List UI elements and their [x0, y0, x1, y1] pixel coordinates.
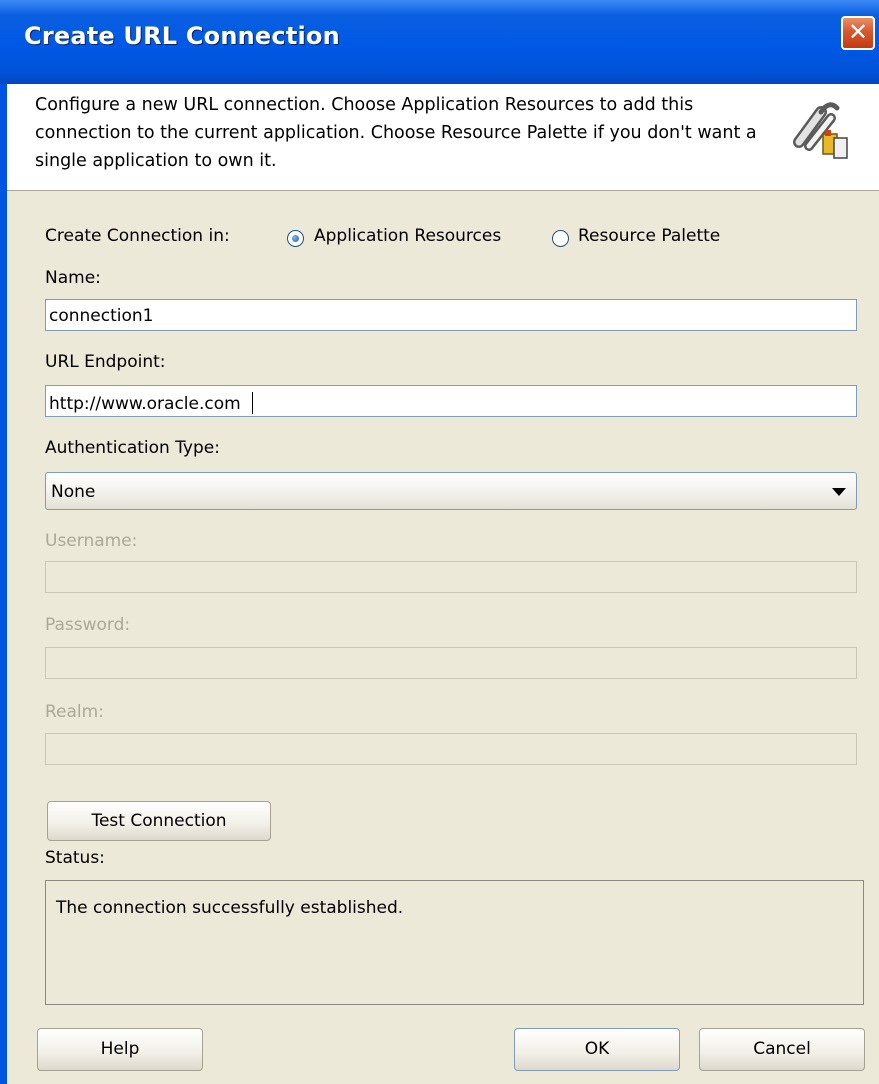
url-endpoint-value: http://www.oracle.com [49, 394, 247, 414]
ok-button[interactable]: OK [514, 1028, 680, 1071]
ok-label: OK [584, 1039, 610, 1059]
status-label: Status: [45, 848, 105, 868]
username-label: Username: [45, 531, 138, 551]
realm-label: Realm: [45, 702, 104, 722]
password-label: Password: [45, 615, 131, 635]
status-text: The connection successfully established. [56, 898, 404, 918]
chevron-down-icon[interactable] [832, 488, 846, 496]
username-field [45, 561, 857, 593]
name-label: Name: [45, 268, 101, 288]
chain-link-icon [793, 102, 848, 159]
url-endpoint-field[interactable]: http://www.oracle.com [45, 385, 857, 417]
radio-application-resources[interactable] [287, 230, 304, 247]
title-bar[interactable]: Create URL Connection ✕ [0, 0, 879, 84]
radio-application-resources-label[interactable]: Application Resources [314, 226, 501, 246]
close-button[interactable]: ✕ [841, 16, 875, 50]
header-panel: Configure a new URL connection. Choose A… [7, 84, 879, 191]
name-field[interactable]: connection1 [45, 299, 857, 331]
realm-field [45, 733, 857, 765]
window-frame-left [0, 84, 7, 1084]
create-in-label: Create Connection in: [45, 226, 230, 246]
help-button[interactable]: Help [37, 1028, 203, 1071]
auth-type-value: None [51, 482, 96, 502]
url-endpoint-label: URL Endpoint: [45, 352, 166, 372]
radio-resource-palette-label[interactable]: Resource Palette [578, 226, 720, 246]
test-connection-button[interactable]: Test Connection [47, 801, 271, 841]
radio-resource-palette[interactable] [552, 230, 569, 247]
cancel-label: Cancel [753, 1039, 811, 1059]
radio-selected-dot [292, 235, 299, 242]
name-value: connection1 [49, 306, 154, 326]
password-field [45, 647, 857, 679]
status-box: The connection successfully established. [45, 880, 864, 1005]
auth-type-select[interactable]: None [45, 472, 857, 510]
cancel-button[interactable]: Cancel [699, 1028, 865, 1071]
help-label: Help [100, 1039, 140, 1059]
header-description: Configure a new URL connection. Choose A… [35, 95, 757, 171]
text-caret [252, 392, 254, 414]
test-connection-label: Test Connection [91, 811, 227, 831]
auth-type-label: Authentication Type: [45, 438, 220, 458]
dialog-title: Create URL Connection [24, 22, 340, 50]
close-icon: ✕ [847, 18, 869, 46]
